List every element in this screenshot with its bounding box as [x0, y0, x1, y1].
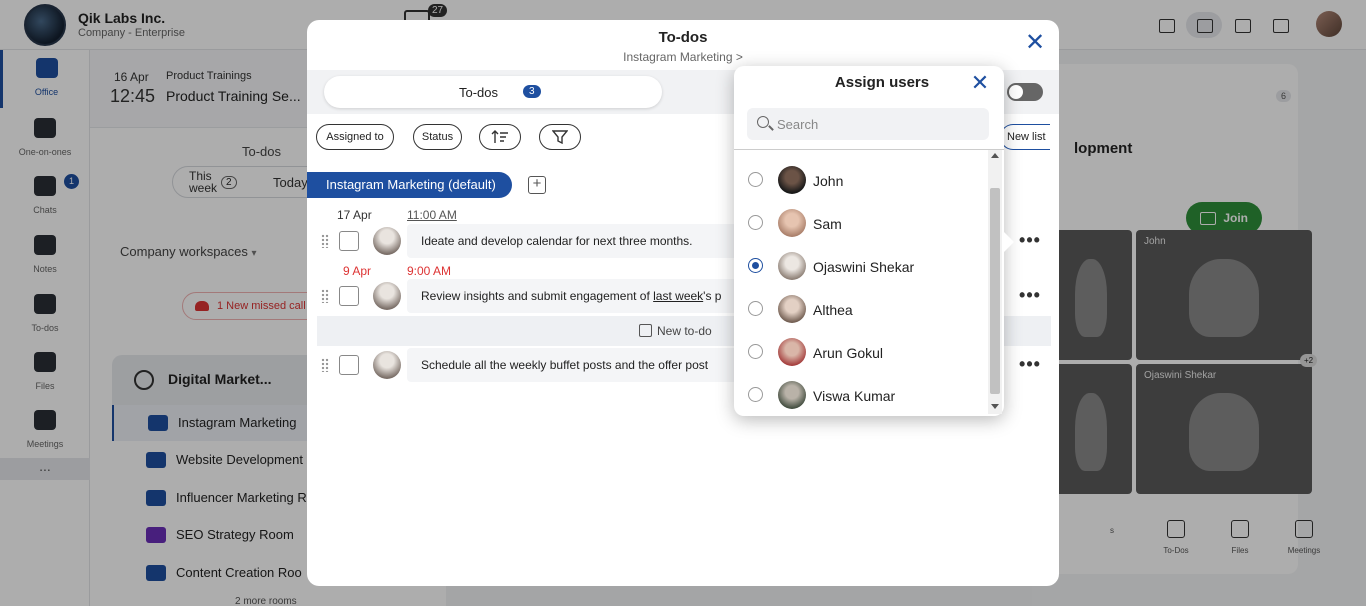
- group-time: 9:00 AM: [407, 264, 452, 278]
- drag-handle-icon[interactable]: [321, 358, 329, 372]
- tab-todos[interactable]: To-dos 3: [324, 76, 662, 108]
- chevron-right-icon: >: [735, 50, 743, 64]
- close-icon[interactable]: ✕: [1023, 31, 1047, 56]
- more-options-icon[interactable]: •••: [1018, 355, 1042, 378]
- more-options-icon[interactable]: •••: [1018, 286, 1042, 309]
- add-list-icon[interactable]: +: [528, 176, 546, 194]
- user-option[interactable]: John: [734, 160, 986, 200]
- search-icon: [757, 116, 769, 128]
- user-avatar: [778, 295, 806, 323]
- drag-handle-icon[interactable]: [321, 234, 329, 248]
- user-name: Ojaswini Shekar: [813, 259, 915, 275]
- assign-users-popup: Assign users ✕ John Sam Ojaswini Shekar …: [734, 66, 1014, 416]
- todo-text-box[interactable]: Review insights and submit engagement of…: [407, 279, 737, 313]
- group-time[interactable]: 11:00 AM: [407, 208, 457, 222]
- user-name: Arun Gokul: [813, 345, 884, 361]
- todo-text: Ideate and develop calendar for next thr…: [421, 234, 693, 248]
- todo-text: Review insights and submit engagement of…: [421, 289, 722, 303]
- user-radio[interactable]: [748, 215, 763, 230]
- sort-icon: [491, 130, 508, 143]
- drag-handle-icon[interactable]: [321, 289, 329, 303]
- user-radio[interactable]: [748, 344, 763, 359]
- close-icon[interactable]: ✕: [970, 72, 990, 94]
- group-date: 9 Apr: [343, 264, 372, 278]
- todo-text: Schedule all the weekly buffet posts and…: [421, 358, 709, 372]
- sort-button[interactable]: [479, 124, 521, 150]
- user-name: Viswa Kumar: [813, 388, 896, 404]
- assignee-avatar[interactable]: [373, 282, 401, 310]
- user-name: Sam: [813, 216, 842, 232]
- group-date: 17 Apr: [337, 208, 372, 222]
- modal-breadcrumb[interactable]: Instagram Marketing >: [307, 50, 1059, 64]
- user-radio[interactable]: [748, 301, 763, 316]
- todo-checkbox[interactable]: [339, 355, 359, 375]
- assignee-avatar[interactable]: [373, 227, 401, 255]
- todo-checkbox[interactable]: [339, 231, 359, 251]
- search-input[interactable]: [777, 108, 983, 140]
- funnel-icon: [551, 130, 569, 145]
- list-tab-default[interactable]: Instagram Marketing (default): [307, 172, 512, 198]
- new-todo-label: New to-do: [657, 324, 712, 338]
- user-name: Althea: [813, 302, 853, 318]
- user-radio-selected[interactable]: [748, 258, 763, 273]
- user-name: John: [813, 173, 844, 189]
- new-list-button[interactable]: New list: [1000, 124, 1050, 150]
- status-filter[interactable]: Status: [413, 124, 462, 150]
- todo-text-box[interactable]: Ideate and develop calendar for next thr…: [407, 224, 737, 258]
- user-list-scrollbar[interactable]: [988, 150, 1002, 414]
- assignee-avatar[interactable]: [373, 351, 401, 379]
- plus-icon: [639, 324, 652, 337]
- user-option[interactable]: Arun Gokul: [734, 332, 986, 372]
- more-options-icon[interactable]: •••: [1018, 231, 1042, 254]
- user-avatar: [778, 338, 806, 366]
- filter-button[interactable]: [539, 124, 581, 150]
- user-avatar: [778, 381, 806, 409]
- tab-label: To-dos: [459, 85, 499, 100]
- user-avatar: [778, 209, 806, 237]
- scroll-up-icon[interactable]: [991, 153, 999, 158]
- assigned-to-filter[interactable]: Assigned to: [316, 124, 394, 150]
- divider: [734, 149, 1004, 150]
- user-avatar: [778, 252, 806, 280]
- tab-count-badge: 3: [523, 85, 541, 98]
- todo-checkbox[interactable]: [339, 286, 359, 306]
- user-radio[interactable]: [748, 387, 763, 402]
- scroll-down-icon[interactable]: [991, 404, 999, 409]
- user-option[interactable]: Sam: [734, 203, 986, 243]
- user-option[interactable]: Althea: [734, 289, 986, 329]
- user-radio[interactable]: [748, 172, 763, 187]
- scroll-thumb[interactable]: [990, 188, 1000, 394]
- user-option[interactable]: Viswa Kumar: [734, 375, 986, 415]
- user-option[interactable]: Ojaswini Shekar: [734, 246, 986, 286]
- todo-text-box[interactable]: Schedule all the weekly buffet posts and…: [407, 348, 737, 382]
- user-avatar: [778, 166, 806, 194]
- search-box: [747, 108, 989, 140]
- modal-title: To-dos: [658, 29, 708, 46]
